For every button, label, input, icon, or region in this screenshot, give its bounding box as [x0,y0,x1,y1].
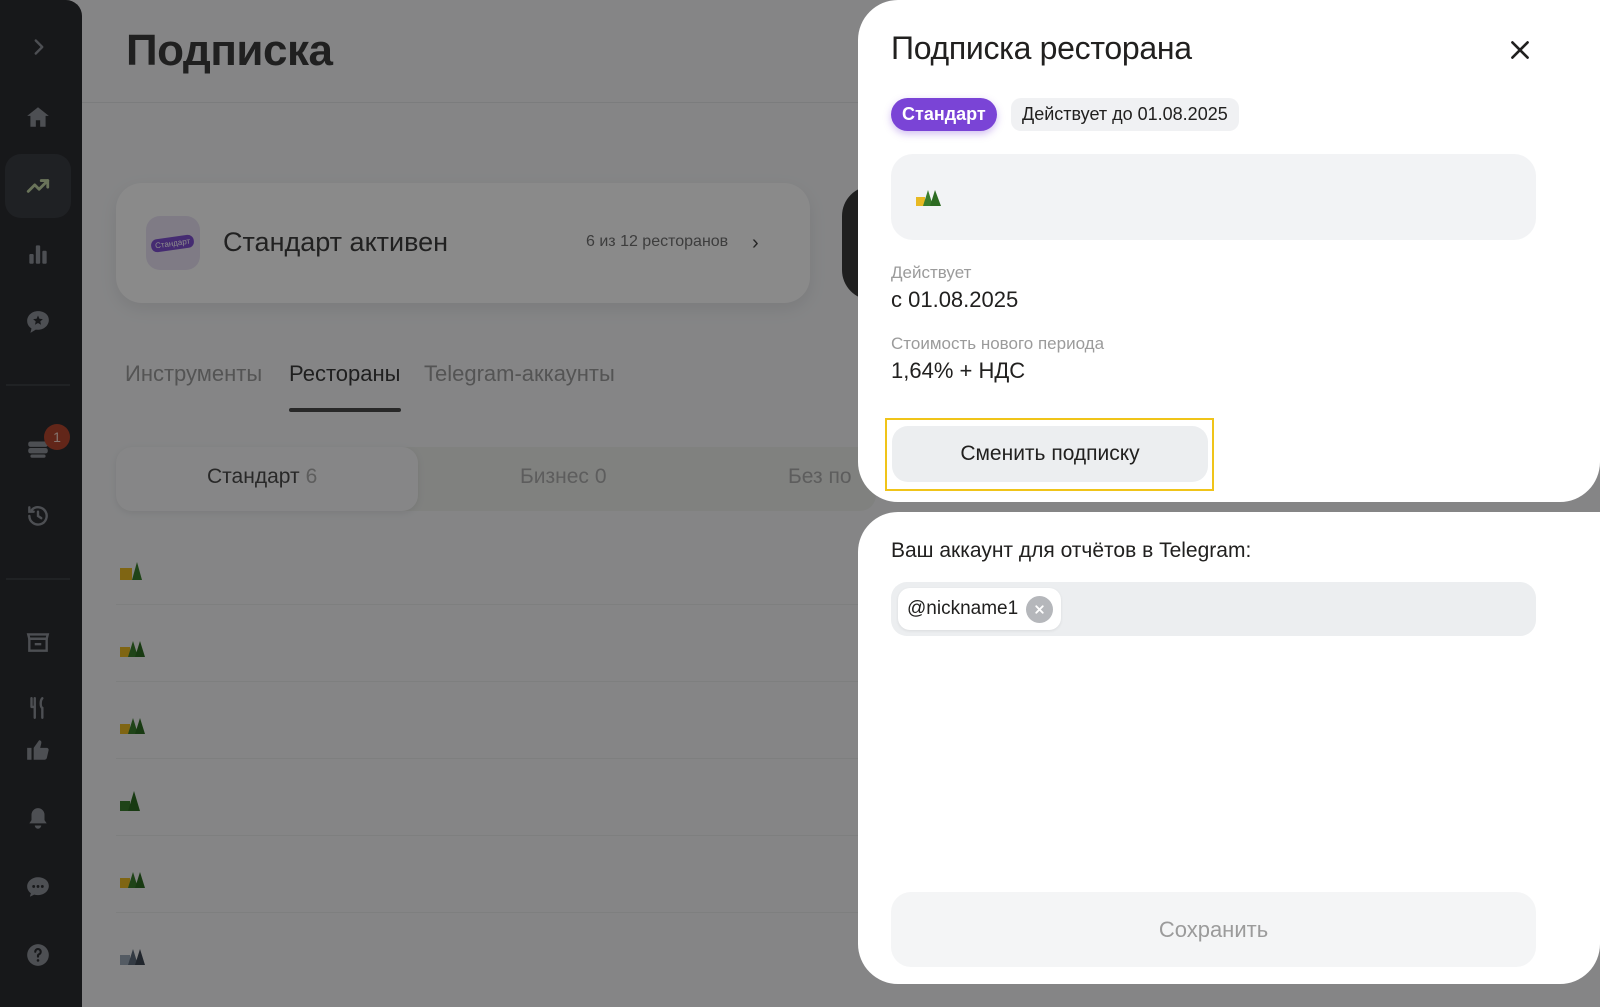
telegram-label: Ваш аккаунт для отчётов в Telegram: [891,539,1252,562]
restaurant-card [891,154,1536,240]
cost-label: Стоимость нового периода [891,334,1105,353]
plan-badge: Стандарт [891,98,997,131]
validity-badge: Действует до 01.08.2025 [1011,98,1239,131]
valid-label: Действует [891,263,972,282]
close-icon [1035,604,1044,614]
telegram-account-chip: @nickname1 [898,588,1062,630]
save-button[interactable]: Сохранить [891,892,1536,967]
close-icon [1511,41,1529,59]
restaurant-icon [916,190,941,206]
remove-chip-button[interactable] [1026,595,1054,623]
change-subscription-button[interactable]: Сменить подписку [892,426,1208,482]
cost-value: 1,64% + НДС [891,358,1026,383]
close-button[interactable] [1500,30,1540,70]
panel-title: Подписка ресторана [891,30,1192,66]
chip-label: @nickname1 [907,598,1019,619]
valid-value: с 01.08.2025 [891,287,1019,312]
